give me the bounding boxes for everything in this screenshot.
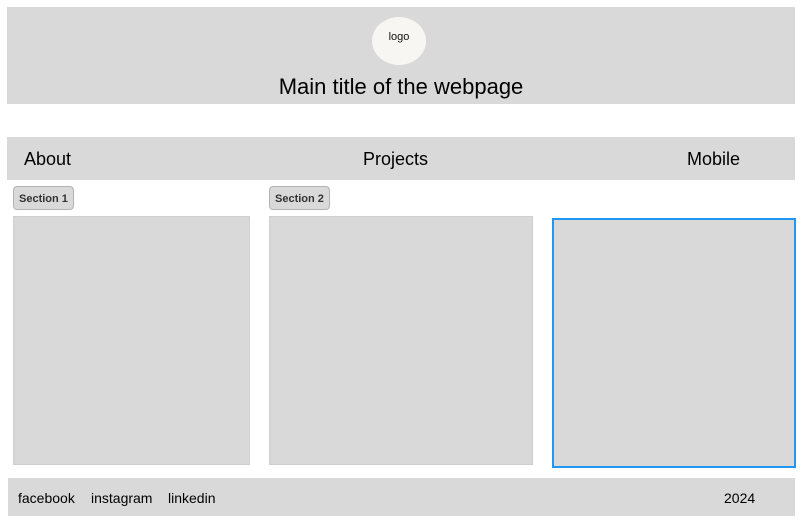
facebook-link[interactable]: facebook [18,490,75,506]
page-title: Main title of the webpage [278,74,524,99]
nav-item-mobile[interactable]: Mobile [687,149,740,170]
footer: facebook instagram linkedin 2024 [8,478,795,516]
section-2-panel [269,216,533,465]
footer-year: 2024 [724,490,756,506]
header: logo Main title of the webpage [7,7,795,104]
section-1-button[interactable]: Section 1 [13,186,74,210]
logo-text: logo [388,31,410,43]
nav-bar: About Projects Mobile [7,137,795,180]
linkedin-link[interactable]: linkedin [168,490,215,506]
instagram-link[interactable]: instagram [91,490,152,506]
section-2-button[interactable]: Section 2 [269,186,330,210]
section-1-panel [13,216,250,465]
mobile-panel[interactable] [552,218,796,468]
logo[interactable]: logo [372,17,426,65]
nav-item-about[interactable]: About [24,149,71,170]
nav-item-projects[interactable]: Projects [363,149,428,170]
